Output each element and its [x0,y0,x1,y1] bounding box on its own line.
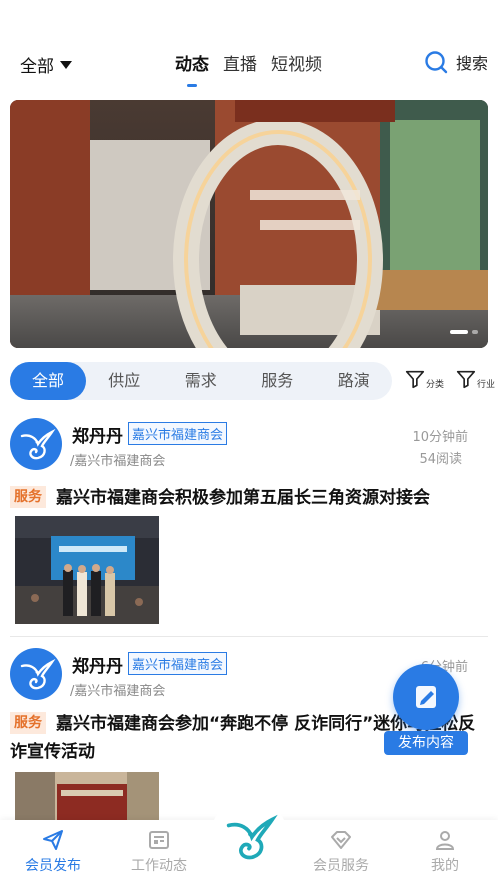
org-tag[interactable]: 嘉兴市福建商会 [128,652,228,675]
filter-industry-button[interactable]: 行业 [455,368,495,390]
nav-label: 会员发布 [25,858,81,874]
post-author[interactable]: 郑丹丹 [72,652,123,677]
paper-plane-icon [43,830,63,850]
post-badge: 服务 [10,486,46,508]
hummingbird-logo-icon [20,428,56,460]
nav-member-service[interactable]: 会员服务 [296,828,386,875]
news-icon [149,831,169,849]
top-bar: 全部 动态 直播 短视频 搜索 [0,40,498,87]
filter-category-label: 分类 [426,380,445,390]
hummingbird-logo-icon [226,814,278,860]
filter-industry-label: 行业 [477,380,496,390]
org-tag[interactable]: 嘉兴市福建商会 [128,422,228,445]
post-author[interactable]: 郑丹丹 [72,422,123,447]
diamond-icon [331,831,351,849]
post-badge: 服务 [10,712,46,734]
banner-carousel[interactable] [10,100,488,348]
post-title[interactable]: 服务 嘉兴市福建商会积极参加第五届长三角资源对接会 [10,484,488,512]
nav-label: 会员服务 [313,858,369,874]
post-time: 10分钟前 [412,430,468,445]
filter-category-button[interactable]: 分类 [404,368,444,390]
post-title-text: 嘉兴市福建商会积极参加第五届长三角资源对接会 [56,488,430,508]
filter-dropdown[interactable]: 全部 [20,52,72,77]
nav-mine[interactable]: 我的 [400,828,490,875]
post-photo [15,772,159,820]
category-bar: 全部 供应 需求 服务 路演 [10,362,392,400]
publish-fab[interactable] [393,664,459,730]
carousel-indicator [450,330,478,334]
category-service[interactable]: 服务 [239,362,316,400]
top-tabs: 动态 直播 短视频 [175,50,322,87]
post-thumbnail[interactable] [15,516,159,624]
carousel-dot [450,330,468,334]
org-subtitle: /嘉兴市福建商会 [70,684,166,699]
tab-short-video[interactable]: 短视频 [271,50,322,75]
nav-work-dynamics[interactable]: 工作动态 [114,828,204,875]
post-photo [15,516,159,624]
search-button[interactable]: 搜索 [424,50,488,74]
funnel-icon [456,370,476,389]
bottom-nav: 会员发布 工作动态 会员服务 我的 [0,798,498,887]
avatar[interactable] [10,418,62,470]
post-thumbnail[interactable] [15,772,159,820]
category-all[interactable]: 全部 [10,362,86,400]
edit-document-icon [416,686,436,708]
category-roadshow[interactable]: 路演 [316,362,393,400]
publish-fab-label[interactable]: 发布内容 [384,731,468,755]
org-subtitle: /嘉兴市福建商会 [70,454,166,469]
feed-post[interactable]: 郑丹丹 嘉兴市福建商会 /嘉兴市福建商会 10分钟前 54阅读 服务 嘉兴市福建商… [10,418,488,628]
post-reads: 54阅读 [419,452,462,467]
caret-down-icon [60,60,72,69]
nav-member-publish[interactable]: 会员发布 [8,828,98,875]
funnel-icon [405,370,425,389]
hummingbird-logo-icon [20,658,56,690]
search-icon [425,51,448,74]
category-demand[interactable]: 需求 [163,362,240,400]
category-supply[interactable]: 供应 [86,362,163,400]
search-label: 搜索 [455,54,488,73]
feed-divider [10,636,488,637]
tab-dynamics[interactable]: 动态 [175,50,209,87]
user-icon [435,831,455,850]
banner-image [10,100,488,348]
nav-label: 我的 [431,858,459,874]
nav-home-logo[interactable] [210,798,288,876]
tab-live[interactable]: 直播 [223,50,257,75]
avatar[interactable] [10,648,62,700]
carousel-dot [472,330,478,334]
filter-dropdown-label: 全部 [20,57,54,77]
nav-label: 工作动态 [131,858,187,874]
